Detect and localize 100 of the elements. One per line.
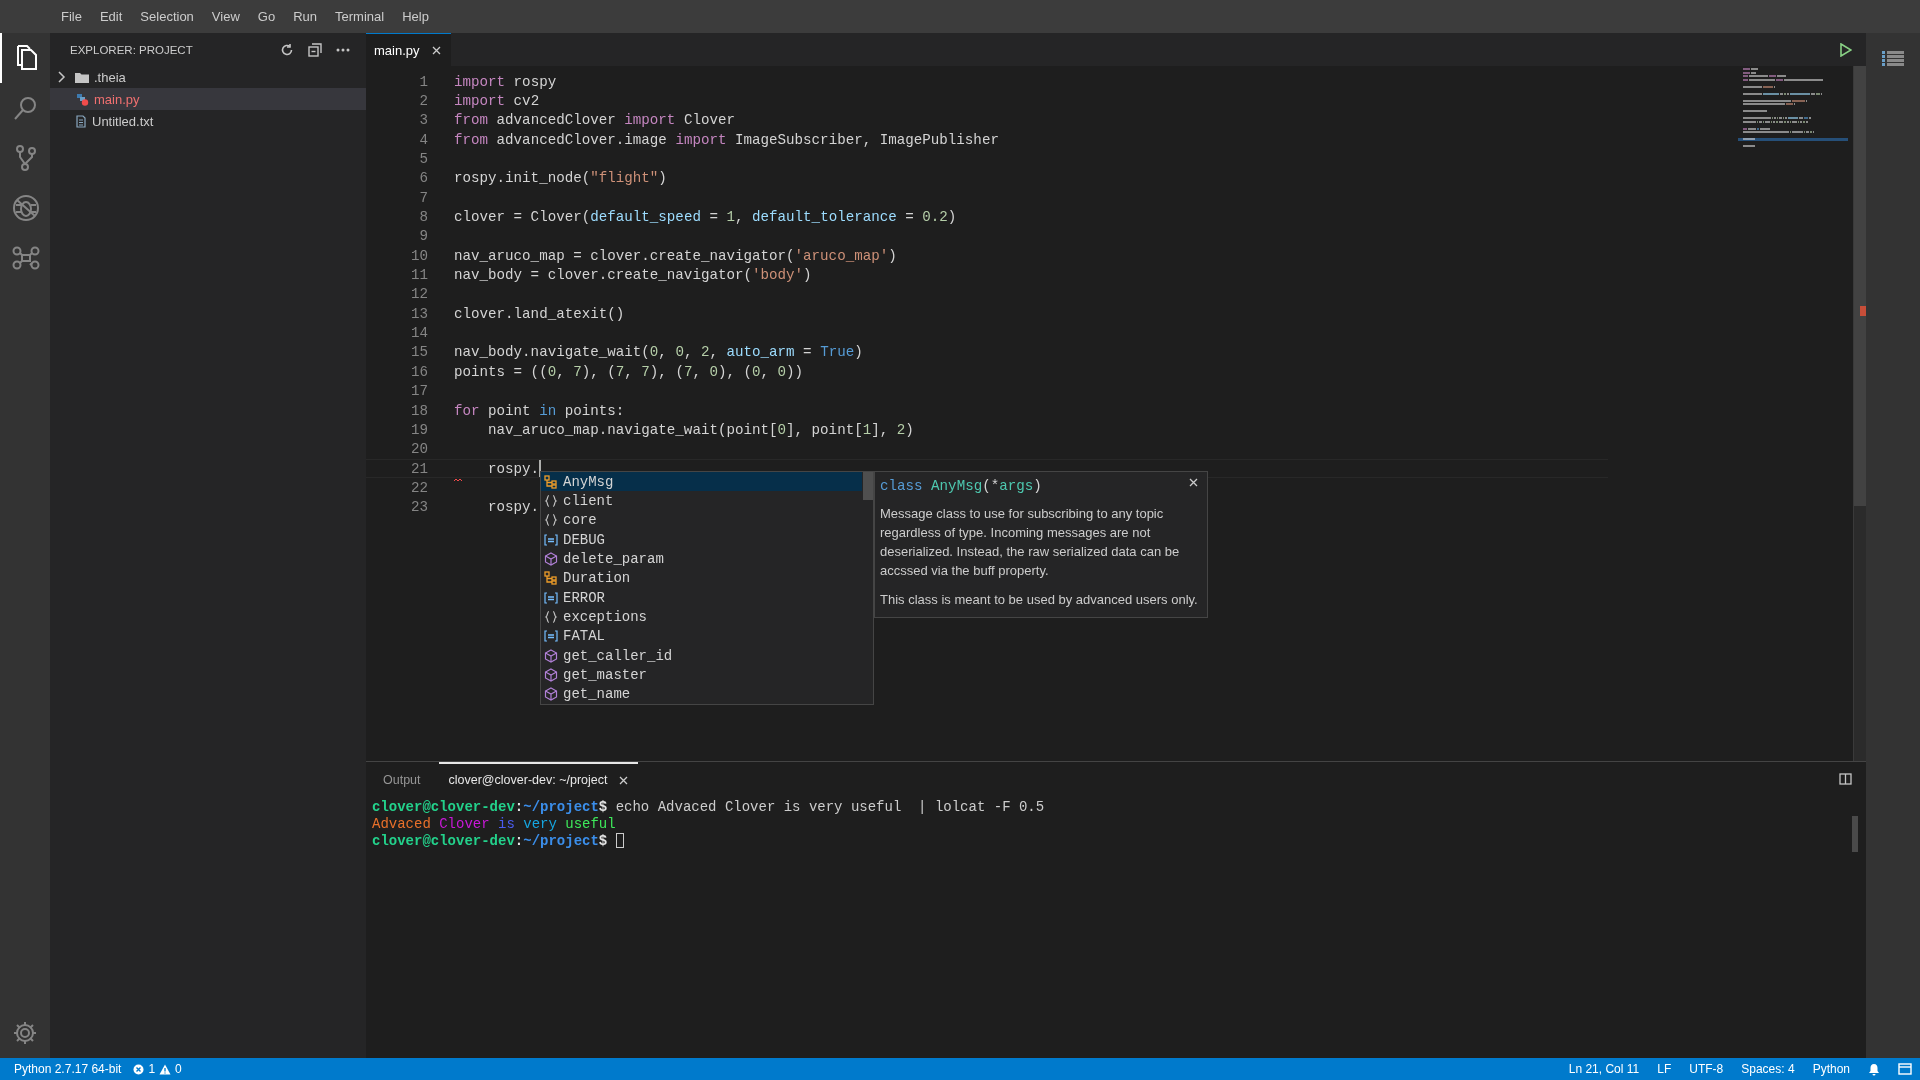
folder-icon xyxy=(75,71,89,83)
line-number: 22 xyxy=(409,479,428,496)
status-item[interactable]: Python xyxy=(1812,1062,1850,1076)
code-line: nav_aruco_map.navigate_wait(point[0], point[1], 2) xyxy=(487,421,914,438)
file-tree-item[interactable]: .theia xyxy=(50,66,366,88)
line-number: 14 xyxy=(409,325,428,342)
line-number: 2 xyxy=(418,93,428,109)
line-number: 5 xyxy=(418,151,428,168)
menu-item[interactable]: Help xyxy=(393,9,438,24)
line-number: 4 xyxy=(418,131,428,148)
file-tree-item[interactable]: Untitled.txt xyxy=(50,110,366,132)
feedback-icon[interactable] xyxy=(1898,1063,1912,1075)
more-icon[interactable] xyxy=(336,47,350,52)
menu-item[interactable]: File xyxy=(52,9,91,24)
line-number: 20 xyxy=(409,441,428,458)
code-line: nav_aruco_map = clover.create_navigator('aruco_map') xyxy=(454,247,897,264)
suggestion-item[interactable]: FATAL xyxy=(541,626,862,647)
warning-count: 0 xyxy=(175,1062,182,1076)
interpreter-label[interactable]: Python 2.7.17 64-bit xyxy=(14,1062,122,1076)
scrollbar-thumb[interactable] xyxy=(863,472,873,500)
panel-tab[interactable]: clover@clover-dev: ~/project xyxy=(438,762,639,796)
close-icon[interactable] xyxy=(1189,478,1198,487)
terminal-line: clover@clover-dev:~/project$ xyxy=(372,832,1846,849)
class-icon xyxy=(544,571,558,586)
code-line: points = ((0, 7), (7, 7), (7, 0), (0, 0)) xyxy=(454,363,804,380)
code-line: clover.land_atexit() xyxy=(454,305,625,322)
terminal-line: Advaced Clover is very useful xyxy=(372,815,617,832)
scrollbar[interactable] xyxy=(1852,816,1858,852)
error-squiggle xyxy=(454,478,462,483)
cube-icon xyxy=(544,668,558,683)
suggestion-item[interactable]: get_name xyxy=(541,684,862,705)
constant-icon xyxy=(544,591,558,604)
line-number: 19 xyxy=(409,421,428,438)
line-number: 3 xyxy=(418,112,428,129)
status-item[interactable]: LF xyxy=(1657,1062,1672,1076)
scrollbar[interactable] xyxy=(1853,66,1866,761)
panel-tab[interactable]: Output xyxy=(373,762,431,796)
line-number: 15 xyxy=(409,344,428,361)
line-number: 6 xyxy=(418,170,428,187)
suggestion-item[interactable]: DEBUG xyxy=(541,530,862,550)
suggestion-item[interactable]: client xyxy=(541,491,862,511)
code-line: rospy.init_node("flight") xyxy=(454,170,667,187)
braces-icon xyxy=(544,610,558,625)
code-line: for point in points: xyxy=(454,402,625,419)
files-icon[interactable] xyxy=(14,45,38,71)
cube-icon xyxy=(544,687,558,702)
line-number: 18 xyxy=(409,402,428,419)
line-number: 11 xyxy=(409,267,428,284)
status-item[interactable]: Spaces: 4 xyxy=(1741,1062,1795,1076)
suggestion-item[interactable]: Duration xyxy=(541,568,862,589)
line-number: 23 xyxy=(409,499,428,516)
suggestion-item[interactable]: get_master xyxy=(541,665,862,685)
suggestion-item[interactable]: core xyxy=(541,510,862,531)
branch-icon[interactable] xyxy=(15,145,37,171)
outline-icon[interactable] xyxy=(1882,51,1904,67)
editor-tab[interactable]: main.py xyxy=(366,33,451,66)
constant-icon xyxy=(544,533,558,546)
menu-item[interactable]: Run xyxy=(284,9,326,24)
suggestion-item[interactable]: exceptions xyxy=(541,607,862,627)
drone-icon[interactable] xyxy=(12,246,40,270)
signature-text: class AnyMsg(*args) xyxy=(880,478,1042,494)
class-icon xyxy=(544,474,558,489)
line-number: 17 xyxy=(409,383,428,400)
python-file-icon xyxy=(75,92,89,106)
terminal-line: clover@clover-dev:~/project$ echo Advaced Clover is very useful | lolcat -F 0.5 xyxy=(372,798,1046,815)
search-icon[interactable] xyxy=(13,95,39,121)
menu-item[interactable]: Go xyxy=(248,9,285,24)
file-tree-item[interactable]: main.py xyxy=(50,88,366,110)
suggestion-item[interactable]: get_caller_id xyxy=(541,646,862,666)
refresh-icon[interactable] xyxy=(280,42,294,57)
close-icon[interactable] xyxy=(619,775,629,785)
collapse-all-icon[interactable] xyxy=(308,42,322,57)
suggestion-item[interactable]: AnyMsg xyxy=(541,472,862,492)
menu-item[interactable]: View xyxy=(202,9,249,24)
menu-item[interactable]: Selection xyxy=(131,9,203,24)
code-line: rospy. xyxy=(487,460,540,477)
no-bug-icon[interactable] xyxy=(12,194,40,222)
line-number: 1 xyxy=(418,73,428,90)
doc-paragraph: Message class to use for subscribing to any topic regardless of type. Incoming messages are not deserialized. Instead, the raw serialized data can be accssed via the buff property. xyxy=(880,505,1181,580)
run-icon[interactable] xyxy=(1840,42,1852,57)
status-item[interactable]: UTF-8 xyxy=(1689,1062,1724,1076)
menu-item[interactable]: Terminal xyxy=(326,9,394,24)
code-line: from advancedClover import Clover xyxy=(454,112,735,129)
status-item[interactable]: Ln 21, Col 11 xyxy=(1568,1062,1640,1076)
menu-item[interactable]: Edit xyxy=(90,9,132,24)
close-icon[interactable] xyxy=(431,45,441,55)
suggestion-item[interactable]: ERROR xyxy=(541,588,862,608)
suggestion-item[interactable]: delete_param xyxy=(541,549,862,569)
settings-icon[interactable] xyxy=(12,1020,38,1046)
code-line: clover = Clover(default_speed = 1, default_tolerance = 0.2) xyxy=(454,209,957,226)
problems-indicator[interactable]: 1 0 xyxy=(133,1062,182,1076)
line-number: 8 xyxy=(418,209,428,226)
text-cursor xyxy=(539,460,541,478)
error-icon xyxy=(133,1063,145,1075)
code-line: rospy. xyxy=(487,499,540,516)
line-number: 7 xyxy=(418,189,428,206)
code-line: nav_body.navigate_wait(0, 0, 2, auto_arm = True) xyxy=(454,344,863,361)
bell-icon[interactable] xyxy=(1868,1062,1880,1076)
split-icon[interactable] xyxy=(1839,773,1852,785)
line-number: 12 xyxy=(409,286,428,303)
